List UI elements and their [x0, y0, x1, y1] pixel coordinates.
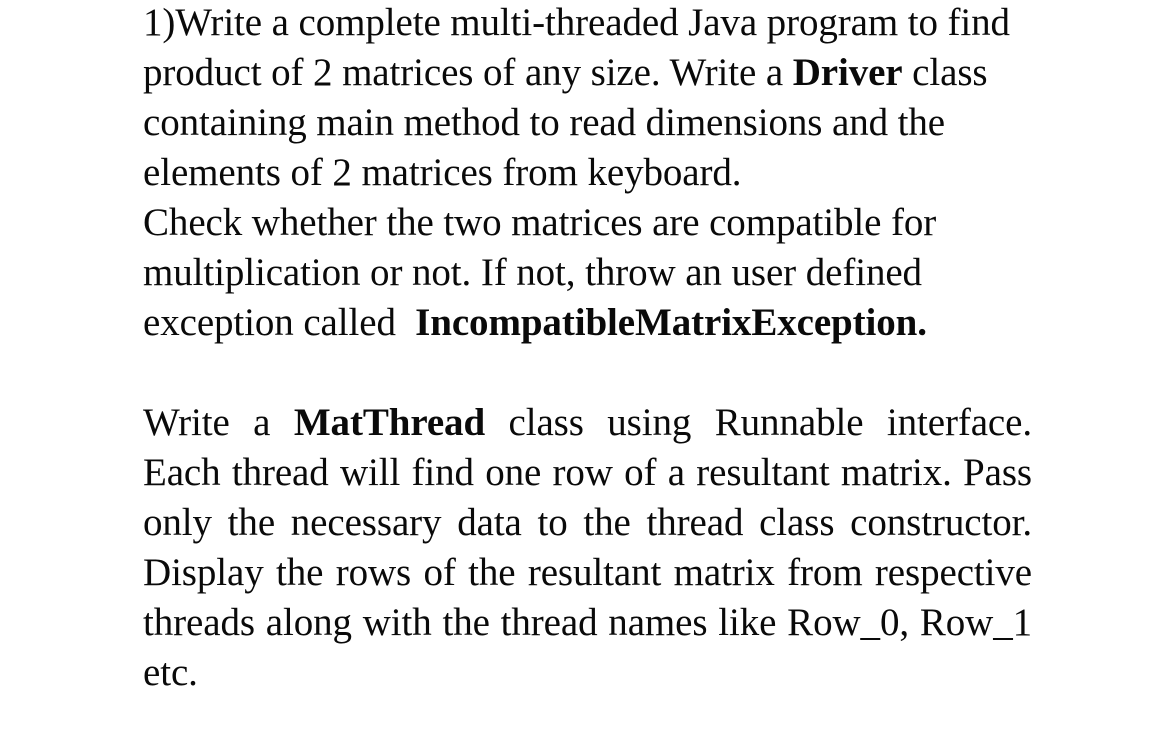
- matthread-class-emphasis: MatThread: [293, 401, 486, 444]
- document-page: 1)Write a complete multi-threaded Java p…: [0, 0, 1170, 739]
- question-paragraph-2: Write a MatThread class using Runnable i…: [143, 398, 1032, 748]
- double-space-gap: [406, 301, 416, 344]
- question-2-text-part-1: Write a: [143, 401, 294, 444]
- driver-class-emphasis: Driver: [792, 51, 903, 94]
- question-paragraph-1: 1)Write a complete multi-threaded Java p…: [143, 0, 1023, 348]
- document-body: 1)Write a complete multi-threaded Java p…: [143, 0, 1033, 748]
- incompatible-matrix-exception-emphasis: IncompatibleMatrixException.: [415, 301, 927, 344]
